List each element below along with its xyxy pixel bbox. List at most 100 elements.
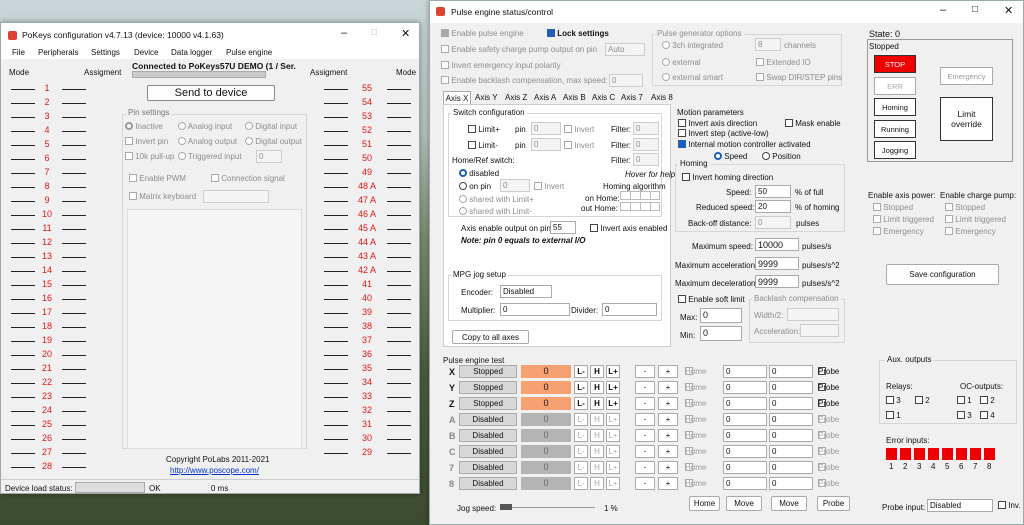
tab-axis-b[interactable]: Axis B [563,93,586,102]
pin-number[interactable]: 3 [34,111,60,121]
save-configuration-button[interactable]: Save configuration [886,264,999,285]
position-mode-radio[interactable]: Position [762,152,801,161]
enable-pe-checkbox[interactable]: Enable pulse engine [441,29,524,38]
soft-min-field[interactable]: 0 [700,326,742,341]
pin-number[interactable]: 37 [352,335,382,345]
pin-number[interactable]: 12 [34,237,60,247]
target-position-2[interactable]: 0 [769,365,813,378]
pin-number[interactable]: 14 [34,265,60,275]
jog-speed-slider[interactable] [500,503,595,511]
probe-input-select[interactable]: Disabled [927,499,993,512]
pin-number[interactable]: 26 [34,433,60,443]
jog-minus-button[interactable]: - [635,461,655,474]
limit-plus-invert[interactable]: Invert [564,125,594,134]
max-dec-field[interactable]: 9999 [755,275,799,288]
pin-number[interactable]: 50 [352,153,382,163]
jog-minus-button[interactable]: - [635,365,655,378]
internal-motion-checkbox[interactable]: Internal motion controller activated [678,140,811,149]
invert-step-checkbox[interactable]: Invert step (active-low) [678,129,769,138]
target-position-2[interactable]: 0 [769,397,813,410]
copy-to-all-axes-button[interactable]: Copy to all axes [452,330,529,344]
jog-minus-button[interactable]: - [635,397,655,410]
pin-number[interactable]: 44 A [352,237,382,247]
out-home-boxes[interactable] [620,202,660,211]
on-home-boxes[interactable] [620,191,660,200]
maximize-icon[interactable]: □ [371,27,377,38]
pe-minimize-icon[interactable]: – [940,4,946,16]
jog-minus-button[interactable]: - [635,381,655,394]
pe-maximize-icon[interactable]: □ [972,4,978,15]
swap-dir-step-checkbox[interactable]: Swap DIR/STEP pins [756,73,842,82]
shared-limit-minus-radio[interactable]: shared with Limit- [459,207,532,216]
jog-plus-button[interactable]: + [658,413,678,426]
close-icon[interactable]: ✕ [401,27,410,40]
pin-number[interactable]: 34 [352,377,382,387]
target-position-1[interactable]: 0 [723,445,767,458]
max-speed-field[interactable]: 10000 [755,238,799,251]
pin-number[interactable]: 10 [34,209,60,219]
jog-minus-button[interactable]: - [635,477,655,490]
matrix-keyboard-select[interactable] [203,190,269,203]
target-position-2[interactable]: 0 [769,381,813,394]
pin-number[interactable]: 22 [34,377,60,387]
home-invert-checkbox[interactable]: Invert [534,182,564,191]
jog-move-button-2[interactable]: Move [771,496,807,511]
tab-axis-x[interactable]: Axis X [443,91,471,104]
reduced-speed-field[interactable]: 20 [755,200,791,213]
target-position-1[interactable]: 0 [723,381,767,394]
home-disabled-radio[interactable]: disabled [459,169,499,178]
axis-power-stopped[interactable]: Stopped [873,203,913,212]
pe-close-icon[interactable]: ✕ [1004,4,1013,17]
analog-input-radio[interactable]: Analog input [178,122,232,131]
target-position-1[interactable]: 0 [723,413,767,426]
pin-number[interactable]: 13 [34,251,60,261]
pin-number[interactable]: 33 [352,391,382,401]
digital-input-radio[interactable]: Digital input [245,122,297,131]
pin-number[interactable]: 32 [352,405,382,415]
digital-output-radio[interactable]: Digital output [245,137,302,146]
pin-number[interactable]: 20 [34,349,60,359]
pin-number[interactable]: 6 [34,153,60,163]
target-position-1[interactable]: 0 [723,477,767,490]
pin-number[interactable]: 53 [352,111,382,121]
target-position-1[interactable]: 0 [723,397,767,410]
pin-number[interactable]: 15 [34,279,60,289]
int3-radio[interactable]: 3ch integrated [662,41,723,50]
menu-data-logger[interactable]: Data logger [171,48,212,57]
pin-number[interactable]: 47 A [352,195,382,205]
jog-minus-button[interactable]: - [635,445,655,458]
jog-plus-button[interactable]: + [658,397,678,410]
pin-number[interactable]: 9 [34,195,60,205]
pin-number[interactable]: 5 [34,139,60,149]
acceleration-field[interactable] [800,324,839,337]
target-position-2[interactable]: 0 [769,461,813,474]
jog-plus-button[interactable]: + [658,477,678,490]
charge-pump-limit[interactable]: Limit triggered [945,215,1006,224]
target-position-2[interactable]: 0 [769,413,813,426]
target-position-1[interactable]: 0 [723,429,767,442]
width-field[interactable] [787,308,839,321]
pin-number[interactable]: 52 [352,125,382,135]
enable-pwm-checkbox[interactable]: Enable PWM [129,174,186,183]
tab-axis-c[interactable]: Axis C [592,93,615,102]
divider-field[interactable]: 0 [602,303,657,316]
jog-plus-button[interactable]: + [658,381,678,394]
pin-number[interactable]: 24 [34,405,60,415]
triggered-value-field[interactable]: 0 [256,150,282,163]
mask-enable-checkbox[interactable]: Mask enable [785,119,841,128]
pin-number[interactable]: 36 [352,349,382,359]
oc-3[interactable]: 3 [957,411,972,420]
multiplier-field[interactable]: 0 [500,303,570,316]
menu-peripherals[interactable]: Peripherals [38,48,78,57]
menu-settings[interactable]: Settings [91,48,120,57]
pin-number[interactable]: 7 [34,167,60,177]
menu-device[interactable]: Device [134,48,158,57]
pin-number[interactable]: 27 [34,447,60,457]
relay-2[interactable]: 2 [915,396,930,405]
pin-number[interactable]: 18 [34,321,60,331]
limit-plus-filter[interactable]: 0 [633,122,659,135]
jog-move-button-1[interactable]: Move [726,496,762,511]
limit-minus-pin[interactable]: 0 [531,138,561,151]
home-on-pin-radio[interactable]: on pin [459,182,491,191]
backoff-field[interactable]: 0 [755,216,791,229]
